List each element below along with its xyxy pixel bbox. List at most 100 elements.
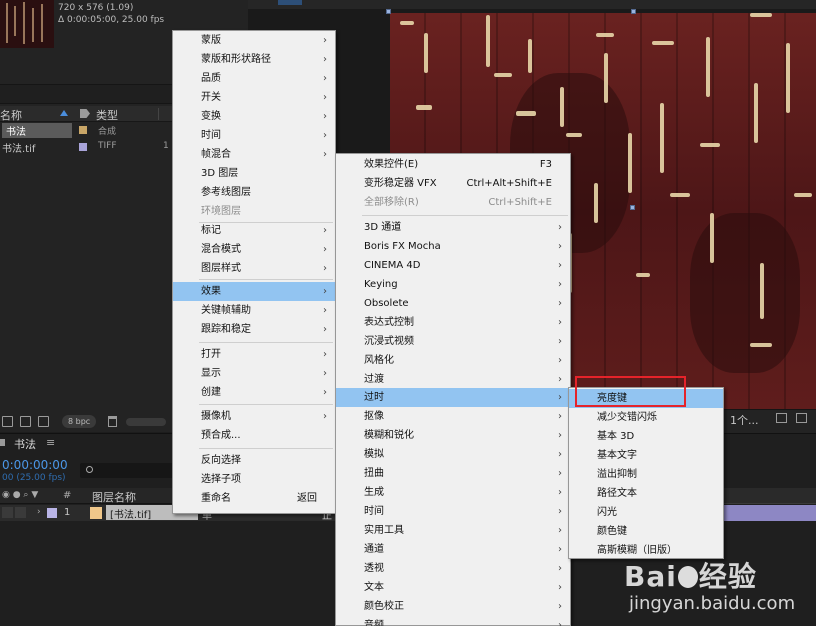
bit-depth-button[interactable]: 8 bpc: [62, 415, 97, 428]
menu-item[interactable]: 蒙版和形状路径 ›: [173, 50, 335, 69]
menu-item[interactable]: 图层样式 ›: [173, 259, 335, 278]
menu-shortcut: Ctrl+Shift+E: [488, 197, 552, 208]
menu-item-label: 透视: [364, 563, 384, 574]
menu-item[interactable]: 路径文本: [569, 484, 723, 503]
column-divider[interactable]: [158, 108, 159, 120]
menu-item-label: 减少交错闪烁: [597, 412, 657, 423]
menu-item[interactable]: 3D 图层: [173, 164, 335, 183]
menu-item[interactable]: 透视 ›: [336, 559, 570, 578]
menu-item[interactable]: 蒙版 ›: [173, 31, 335, 50]
search-icon: [86, 466, 93, 473]
menu-item[interactable]: 预合成...: [173, 426, 335, 445]
menu-item[interactable]: 参考线图层: [173, 183, 335, 202]
transform-handle[interactable]: [631, 9, 636, 14]
menu-item-label: 基本文字: [597, 450, 637, 461]
menu-item[interactable]: 扭曲 ›: [336, 464, 570, 483]
label-tag-icon[interactable]: [80, 109, 90, 118]
menu-item[interactable]: 显示 ›: [173, 364, 335, 383]
menu-item[interactable]: 基本文字: [569, 446, 723, 465]
menu-item[interactable]: 溢出抑制: [569, 465, 723, 484]
menu-item[interactable]: 时间 ›: [336, 502, 570, 521]
menu-item[interactable]: 基本 3D: [569, 427, 723, 446]
sort-arrow-icon[interactable]: [60, 110, 68, 116]
menu-item[interactable]: 变形稳定器 VFX Ctrl+Alt+Shift+E: [336, 174, 570, 193]
menu-item[interactable]: 创建 ›: [173, 383, 335, 402]
menu-item[interactable]: 混合模式 ›: [173, 240, 335, 259]
menu-item[interactable]: 标记 ›: [173, 221, 335, 240]
new-comp-icon[interactable]: [38, 416, 49, 427]
menu-item[interactable]: 开关 ›: [173, 88, 335, 107]
menu-item[interactable]: 打开 ›: [173, 345, 335, 364]
menu-item[interactable]: 重命名 返回: [173, 489, 335, 508]
close-tab-icon[interactable]: [0, 439, 5, 446]
label-color-swatch[interactable]: [79, 126, 87, 134]
chevron-right-icon: ›: [558, 336, 562, 347]
chevron-right-icon: ›: [323, 349, 327, 360]
menu-item[interactable]: 变换 ›: [173, 107, 335, 126]
layer-twirl-icon[interactable]: ›: [37, 507, 41, 517]
menu-item[interactable]: 帧混合 ›: [173, 145, 335, 164]
menu-item[interactable]: CINEMA 4D ›: [336, 256, 570, 275]
menu-item[interactable]: 减少交错闪烁: [569, 408, 723, 427]
menu-item[interactable]: 过时 ›: [336, 388, 570, 407]
menu-item[interactable]: 时间 ›: [173, 126, 335, 145]
chevron-right-icon: ›: [323, 92, 327, 103]
camera-view-icon[interactable]: [796, 413, 807, 423]
menu-item[interactable]: 音频 ›: [336, 616, 570, 626]
current-time-display[interactable]: 0:00:00:00: [2, 458, 68, 472]
menu-item[interactable]: 过渡 ›: [336, 370, 570, 389]
transform-handle[interactable]: [386, 9, 391, 14]
menu-item[interactable]: 模拟 ›: [336, 445, 570, 464]
menu-item[interactable]: Keying ›: [336, 275, 570, 294]
chevron-right-icon: ›: [558, 298, 562, 309]
thumbnail-size-slider[interactable]: [126, 418, 166, 426]
menu-item[interactable]: 文本 ›: [336, 578, 570, 597]
menu-item[interactable]: 反向选择: [173, 451, 335, 470]
layer-search-input[interactable]: [80, 463, 180, 478]
column-layer-number[interactable]: #: [63, 490, 71, 501]
menu-item[interactable]: 颜色校正 ›: [336, 597, 570, 616]
menu-item[interactable]: 3D 通道 ›: [336, 218, 570, 237]
menu-item[interactable]: 通道 ›: [336, 540, 570, 559]
menu-item[interactable]: 风格化 ›: [336, 351, 570, 370]
menu-item[interactable]: 选择子项: [173, 470, 335, 489]
label-color-swatch[interactable]: [79, 143, 87, 151]
trash-icon[interactable]: [108, 416, 117, 427]
menu-item[interactable]: 闪光: [569, 503, 723, 522]
audio-switch[interactable]: [15, 507, 26, 518]
menu-item[interactable]: 实用工具 ›: [336, 521, 570, 540]
interpret-footage-icon[interactable]: [2, 416, 13, 427]
video-switch[interactable]: [2, 507, 13, 518]
menu-item[interactable]: 颜色键: [569, 522, 723, 541]
menu-item[interactable]: 表达式控制 ›: [336, 313, 570, 332]
column-name[interactable]: 名称: [0, 107, 22, 123]
menu-item[interactable]: 模糊和锐化 ›: [336, 426, 570, 445]
viewer-tab-strip: [248, 0, 816, 9]
anchor-point-handle[interactable]: [630, 205, 635, 210]
column-layer-name[interactable]: 图层名称: [92, 489, 136, 505]
menu-item[interactable]: 抠像 ›: [336, 407, 570, 426]
chevron-right-icon: ›: [558, 430, 562, 441]
menu-item[interactable]: 跟踪和稳定 ›: [173, 320, 335, 339]
menu-item[interactable]: 效果 ›: [173, 282, 335, 301]
chevron-right-icon: ›: [558, 317, 562, 328]
panel-menu-icon[interactable]: ≡: [46, 436, 55, 449]
menu-item[interactable]: 效果控件(E) F3: [336, 155, 570, 174]
composition-tab[interactable]: [278, 0, 302, 5]
menu-item[interactable]: 关键帧辅助 ›: [173, 301, 335, 320]
chevron-right-icon: ›: [323, 54, 327, 65]
menu-item[interactable]: 沉浸式视频 ›: [336, 332, 570, 351]
view-options-icon[interactable]: [776, 413, 787, 423]
timeline-tab[interactable]: 书法 ≡: [0, 434, 180, 452]
menu-item[interactable]: Boris FX Mocha ›: [336, 237, 570, 256]
switch-columns-icons[interactable]: ◉ ● ⌕ ▼: [2, 490, 38, 500]
new-folder-icon[interactable]: [20, 416, 31, 427]
column-type[interactable]: 类型: [96, 107, 118, 123]
menu-item[interactable]: 摄像机 ›: [173, 407, 335, 426]
layer-label-color[interactable]: [47, 508, 57, 518]
view-count-select[interactable]: 1个...: [730, 412, 759, 428]
menu-item[interactable]: 生成 ›: [336, 483, 570, 502]
menu-item-label: 全部移除(R): [364, 197, 419, 208]
menu-item[interactable]: Obsolete ›: [336, 294, 570, 313]
menu-item[interactable]: 品质 ›: [173, 69, 335, 88]
